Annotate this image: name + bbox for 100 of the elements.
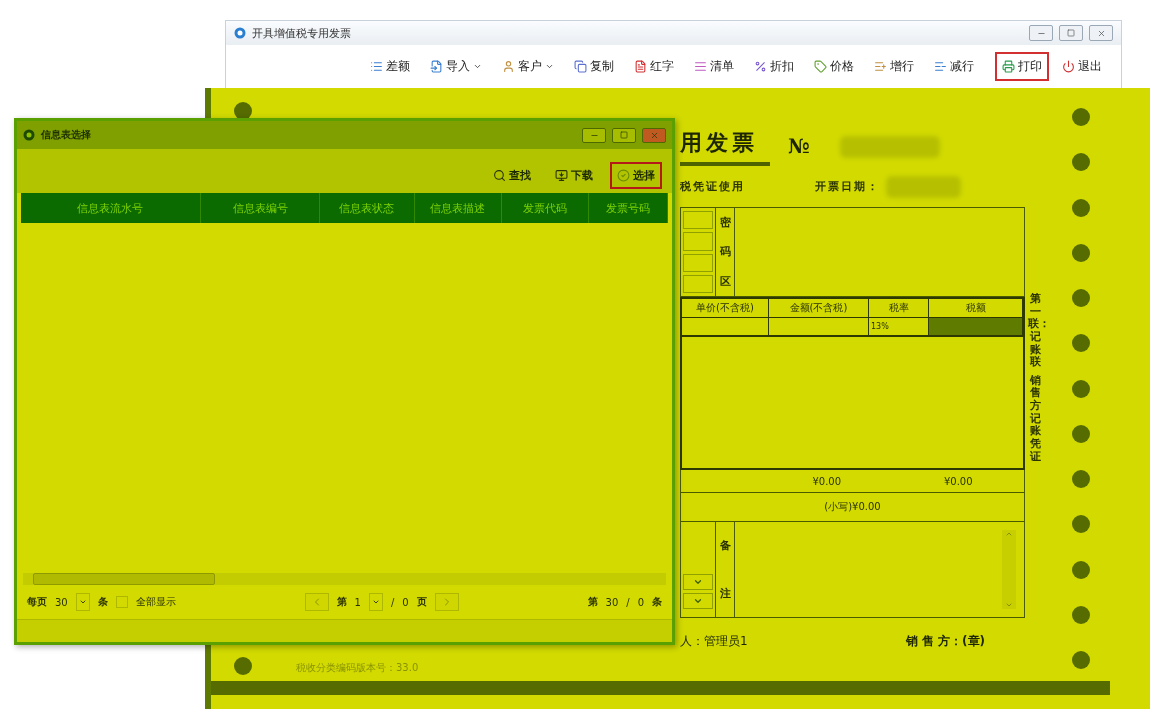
separator-text: / (626, 596, 630, 608)
record-label: 第 (587, 595, 598, 609)
input-field[interactable] (683, 274, 713, 293)
record-number: 30 (605, 596, 619, 608)
toolbar-button[interactable]: 客户 (495, 52, 561, 81)
toolbar-button[interactable]: 清单 (687, 52, 741, 81)
punch-hole (1072, 198, 1090, 217)
punch-hole (1072, 243, 1090, 262)
copy-label: 第一联：记账联 (1028, 293, 1044, 369)
tag-icon (814, 60, 827, 73)
column-header: 信息表流水号 (21, 193, 201, 223)
toolbar-button[interactable]: 查找 (486, 161, 538, 189)
dropdown[interactable] (683, 593, 713, 609)
maximize-button[interactable] (612, 127, 636, 143)
punch-hole (1072, 651, 1090, 669)
punch-hole (1072, 470, 1090, 488)
column-header: 信息表状态 (320, 193, 415, 223)
toolbar-button[interactable]: 减行 (927, 52, 981, 81)
date-label: 开票日期： (815, 179, 880, 194)
separator-text: / (390, 596, 395, 608)
toolbar-button[interactable]: 下载 (548, 161, 600, 189)
toolbar-button[interactable]: 退出 (1055, 52, 1109, 81)
punch-hole (1072, 515, 1090, 534)
dialog-title: 信息表选择 (41, 128, 92, 142)
usage-text: 税凭证使用 (680, 179, 745, 194)
input-field[interactable] (683, 232, 713, 251)
list-icon (370, 60, 383, 73)
toolbar-button[interactable]: 红字 (627, 52, 681, 81)
printer-icon (1002, 60, 1015, 73)
punch-hole (1072, 334, 1090, 353)
maximize-icon (1067, 29, 1075, 37)
drawer-text: 人：管理员1 (680, 633, 748, 650)
remarks-label: 备 (719, 538, 731, 554)
total-amount: ¥0.00 (812, 475, 842, 487)
column-header: 税率 (869, 299, 929, 317)
column-header: 信息表描述 (414, 193, 503, 223)
toolbar-button[interactable]: 导入 (423, 52, 489, 81)
caret-icon (78, 598, 87, 606)
column-header: 单价(不含税) (682, 299, 769, 317)
caret-icon (371, 598, 380, 606)
punch-hole (1072, 424, 1090, 443)
seller-text: 销 售 方：(章) (905, 633, 985, 650)
column-header: 信息表编号 (200, 193, 321, 223)
dropdown[interactable] (368, 593, 383, 611)
close-button[interactable] (642, 127, 666, 143)
per-page-value: 30 (55, 596, 68, 608)
search-icon (493, 168, 506, 182)
toolbar-button[interactable]: 折扣 (747, 52, 801, 81)
minimize-button[interactable] (1029, 25, 1053, 41)
maximize-button[interactable] (1059, 25, 1083, 41)
copy-label: 销售方记账凭证 (1028, 374, 1043, 464)
dropdown[interactable] (75, 593, 90, 611)
close-icon (1096, 28, 1106, 38)
toolbar-button[interactable]: 打印 (995, 52, 1049, 81)
page-label: 页 (416, 595, 427, 609)
punch-hole (1072, 560, 1090, 579)
document-icon (634, 60, 647, 73)
version-text: 税收分类编码版本号：33.0 (296, 661, 419, 675)
window-title: 开具增值税专用发票 (252, 25, 352, 41)
page-number: 1 (354, 596, 361, 608)
check-circle-icon (617, 168, 630, 182)
next-page-button[interactable] (434, 593, 459, 611)
scrollbar[interactable] (1002, 530, 1016, 609)
remarks-label: 注 (719, 585, 731, 601)
toolbar-button[interactable]: 价格 (807, 52, 861, 81)
number-label: № (788, 134, 810, 158)
column-header: 发票代码 (502, 193, 589, 223)
close-button[interactable] (1089, 25, 1113, 41)
cipher-area-label: 区 (719, 273, 731, 289)
unit-label: 条 (97, 595, 108, 609)
copy-icon (574, 60, 587, 73)
total-amount: ¥0.00 (943, 475, 973, 487)
document-icon (430, 60, 443, 73)
input-field[interactable] (683, 253, 713, 272)
remove-row-icon (934, 60, 947, 73)
invoice-title: 用发票 (680, 128, 758, 157)
page-label: 第 (336, 595, 347, 609)
app-logo-icon (23, 129, 35, 141)
page-total: 0 (402, 596, 409, 608)
toolbar-button[interactable]: 复制 (567, 52, 621, 81)
input-field[interactable] (683, 211, 713, 230)
column-header: 发票号码 (588, 193, 668, 223)
per-page-label: 每页 (27, 595, 47, 609)
dropdown[interactable] (683, 574, 713, 590)
previous-page-button[interactable] (304, 593, 329, 611)
column-header: 税额 (929, 299, 1023, 317)
minimize-button[interactable] (582, 127, 606, 143)
caret-icon (545, 62, 554, 71)
amount-in-figures: (小写)¥0.00 (824, 500, 881, 514)
caret-icon (473, 62, 482, 71)
toolbar-button[interactable]: 选择 (610, 161, 662, 189)
checkbox[interactable] (115, 596, 128, 608)
app-logo-icon (234, 27, 246, 39)
toolbar-button[interactable]: 增行 (867, 52, 921, 81)
punch-hole (1072, 289, 1090, 307)
horizontal-scrollbar[interactable] (23, 573, 666, 585)
add-row-icon (874, 60, 887, 73)
toolbar-button[interactable]: 差额 (363, 52, 417, 81)
column-header: 金额(不含税) (769, 299, 869, 317)
maximize-icon (620, 131, 628, 139)
